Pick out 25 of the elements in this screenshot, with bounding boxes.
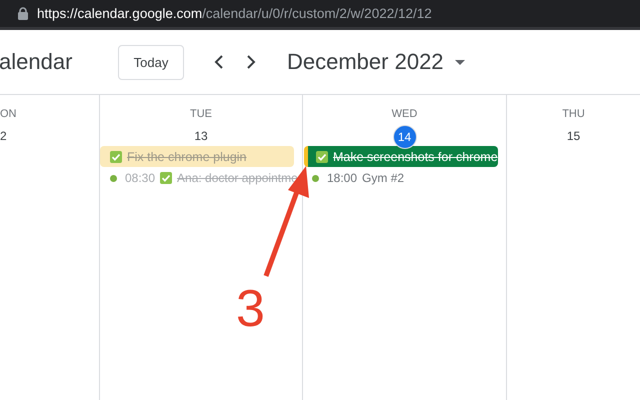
url-text: https://calendar.google.com/calendar/u/0/r/custom/2/w/2022/12/12 — [37, 6, 432, 21]
weekday-label: ON — [0, 107, 16, 121]
checkbox-icon — [110, 150, 122, 162]
weekday-label: WED — [392, 107, 418, 121]
checkbox-icon — [316, 150, 328, 162]
event-title[interactable]: Gym #2 — [362, 171, 404, 185]
chevron-left-icon — [214, 54, 224, 70]
lock-icon — [18, 7, 28, 20]
chevron-right-icon — [246, 54, 256, 70]
weekday-label: THU — [562, 107, 585, 121]
event-time: 18:00 — [327, 171, 358, 185]
annotation-number: 3 — [236, 280, 265, 338]
today-button[interactable]: Today — [118, 44, 184, 80]
date-number[interactable]: 2 — [0, 125, 7, 147]
date-number[interactable]: 14 — [392, 125, 416, 149]
event-time: 08:30 — [125, 171, 156, 185]
event-chip[interactable]: Make screenshots for chrome — [304, 146, 498, 167]
app-title: alendar — [0, 49, 74, 75]
caret-icon — [454, 60, 465, 64]
address-bar[interactable]: https://calendar.google.com/calendar/u/0/r/custom/2/w/2022/12/12 — [0, 0, 640, 30]
weekday-label: TUE — [190, 107, 212, 121]
event-row[interactable]: 18:00 Gym #2 — [303, 171, 506, 185]
period-dropdown[interactable]: December 2022 — [287, 49, 465, 75]
date-number[interactable]: 15 — [562, 125, 584, 147]
date-number[interactable]: 13 — [190, 125, 212, 147]
